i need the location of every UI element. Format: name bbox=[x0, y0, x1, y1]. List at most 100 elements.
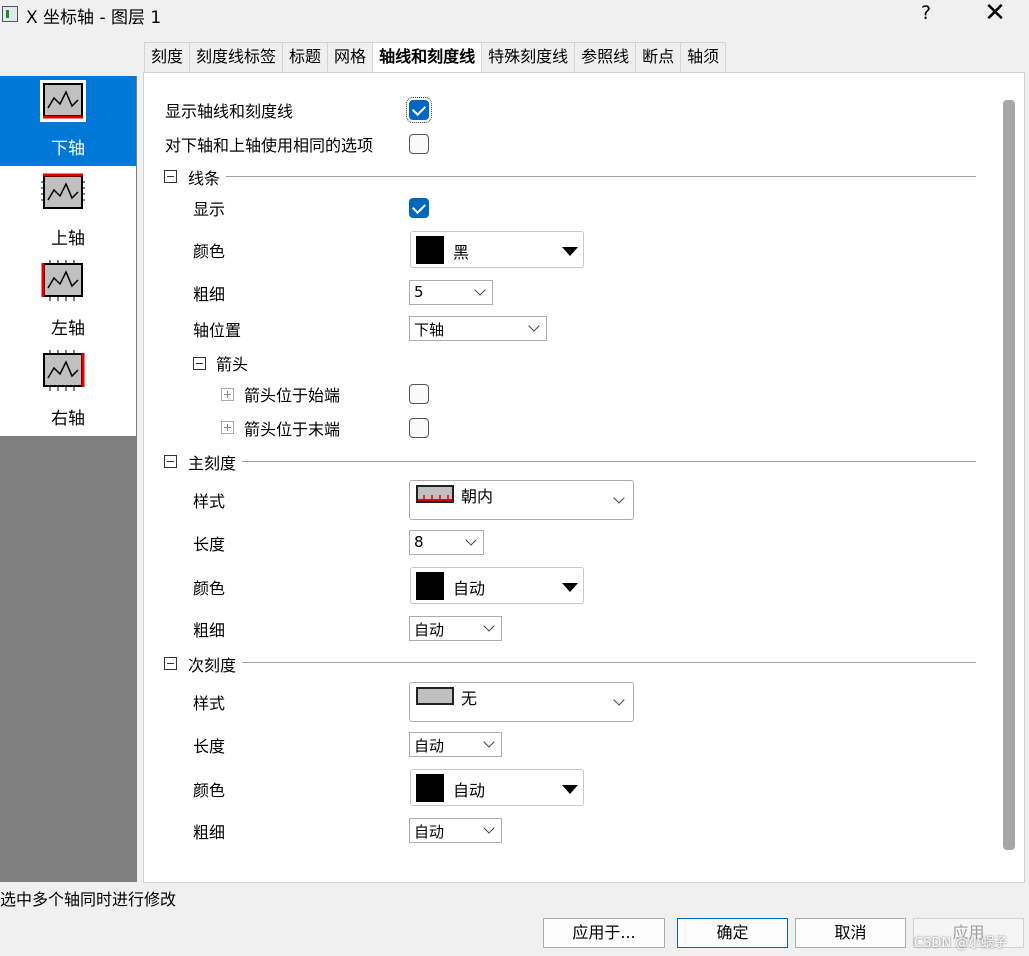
minor-length-value: 自动 bbox=[414, 737, 445, 755]
tab-scale[interactable]: 刻度 bbox=[144, 42, 191, 72]
vertical-scrollbar[interactable] bbox=[1003, 100, 1015, 850]
chevron-down-icon bbox=[465, 534, 477, 546]
title-bar: X 坐标轴 - 图层 1 ? ✕ bbox=[0, 0, 1029, 36]
major-color-picker[interactable]: 自动 bbox=[410, 567, 584, 604]
top-axis-icon bbox=[41, 173, 85, 209]
major-ticks-collapse-toggle[interactable] bbox=[164, 455, 177, 468]
arrow-end-checkbox[interactable] bbox=[409, 418, 429, 438]
axis-item-label: 右轴 bbox=[51, 409, 85, 429]
line-color-value: 黑 bbox=[453, 243, 470, 262]
tick-style-swatch bbox=[416, 485, 454, 503]
help-button[interactable]: ? bbox=[915, 2, 937, 26]
major-color-label: 颜色 bbox=[193, 579, 226, 598]
show-axis-ticks-label: 显示轴线和刻度线 bbox=[165, 102, 294, 121]
axis-position-label: 轴位置 bbox=[193, 321, 242, 340]
tab-rug[interactable]: 轴须 bbox=[681, 42, 727, 72]
arrow-start-label: 箭头位于始端 bbox=[244, 386, 341, 405]
dropdown-arrow-icon bbox=[562, 785, 578, 794]
axis-item-right[interactable]: 右轴 bbox=[0, 346, 136, 436]
minor-color-value: 自动 bbox=[453, 781, 486, 800]
axis-position-value: 下轴 bbox=[414, 321, 445, 339]
color-swatch bbox=[416, 572, 444, 600]
line-color-label: 颜色 bbox=[193, 242, 226, 261]
tab-line-and-ticks[interactable]: 轴线和刻度线 bbox=[373, 42, 483, 72]
line-collapse-toggle[interactable] bbox=[164, 170, 177, 183]
line-show-label: 显示 bbox=[193, 200, 226, 219]
tab-breaks[interactable]: 断点 bbox=[636, 42, 682, 72]
minor-thickness-label: 粗细 bbox=[193, 823, 226, 842]
tab-reference-lines[interactable]: 参照线 bbox=[575, 42, 637, 72]
bottom-axis-icon bbox=[40, 80, 86, 122]
settings-panel bbox=[143, 72, 1025, 883]
status-text: 选中多个轴同时进行修改 bbox=[0, 890, 177, 909]
minor-color-picker[interactable]: 自动 bbox=[410, 769, 584, 806]
ticks-in-icon bbox=[418, 495, 452, 501]
arrow-end-expand-toggle[interactable] bbox=[221, 421, 234, 434]
line-section-header: 线条 bbox=[188, 169, 221, 188]
line-thickness-label: 粗细 bbox=[193, 285, 226, 304]
window-title: X 坐标轴 - 图层 1 bbox=[26, 8, 162, 28]
axis-item-bottom[interactable]: 下轴 bbox=[0, 76, 136, 166]
tick-style-none-icon bbox=[416, 687, 454, 705]
minor-style-label: 样式 bbox=[193, 694, 226, 713]
watermark: CSDN @小蜗子 bbox=[914, 936, 1008, 951]
minor-thickness-select[interactable]: 自动 bbox=[409, 818, 502, 843]
same-options-label: 对下轴和上轴使用相同的选项 bbox=[165, 136, 374, 155]
apply-to-button[interactable]: 应用于... bbox=[543, 918, 665, 948]
arrow-section-header: 箭头 bbox=[216, 355, 249, 374]
show-axis-ticks-checkbox[interactable] bbox=[406, 97, 432, 123]
major-length-value: 8 bbox=[414, 533, 424, 551]
tab-grid[interactable]: 网格 bbox=[328, 42, 374, 72]
axis-list-items: 下轴 上轴 左轴 右轴 bbox=[0, 76, 136, 436]
axis-position-select[interactable]: 下轴 bbox=[409, 316, 547, 341]
major-style-select[interactable]: 朝内 bbox=[409, 480, 634, 520]
ok-button[interactable]: 确定 bbox=[677, 918, 788, 948]
chevron-down-icon bbox=[474, 284, 486, 296]
line-color-picker[interactable]: 黑 bbox=[410, 231, 584, 268]
major-thickness-select[interactable]: 自动 bbox=[409, 616, 502, 641]
major-thickness-value: 自动 bbox=[414, 621, 445, 639]
minor-length-label: 长度 bbox=[193, 737, 226, 756]
chevron-down-icon bbox=[613, 492, 625, 504]
chevron-down-icon bbox=[528, 320, 540, 332]
arrow-start-expand-toggle[interactable] bbox=[221, 388, 234, 401]
axis-item-top[interactable]: 上轴 bbox=[0, 166, 136, 256]
major-thickness-label: 粗细 bbox=[193, 621, 226, 640]
section-divider bbox=[226, 176, 976, 177]
minor-color-label: 颜色 bbox=[193, 781, 226, 800]
minor-thickness-value: 自动 bbox=[414, 823, 445, 841]
chevron-down-icon bbox=[483, 620, 495, 632]
tab-title[interactable]: 标题 bbox=[283, 42, 329, 72]
major-style-value: 朝内 bbox=[461, 487, 494, 506]
right-axis-icon bbox=[43, 350, 85, 391]
line-thickness-select[interactable]: 5 bbox=[409, 280, 493, 305]
section-divider bbox=[242, 461, 976, 462]
arrow-collapse-toggle[interactable] bbox=[193, 357, 206, 370]
minor-style-value: 无 bbox=[461, 689, 478, 708]
cancel-button[interactable]: 取消 bbox=[795, 918, 906, 948]
section-divider bbox=[242, 662, 976, 663]
same-options-checkbox[interactable] bbox=[409, 134, 429, 154]
major-ticks-header: 主刻度 bbox=[188, 454, 237, 473]
tab-tick-labels[interactable]: 刻度线标签 bbox=[190, 42, 284, 72]
tab-bar: 刻度 刻度线标签 标题 网格 轴线和刻度线 特殊刻度线 参照线 断点 轴须 bbox=[144, 42, 727, 72]
left-axis-icon bbox=[41, 260, 83, 301]
major-length-select[interactable]: 8 bbox=[409, 530, 484, 555]
dropdown-arrow-icon bbox=[562, 583, 578, 592]
chevron-down-icon bbox=[613, 694, 625, 706]
axis-item-label: 下轴 bbox=[51, 139, 85, 159]
tab-special-ticks[interactable]: 特殊刻度线 bbox=[482, 42, 576, 72]
close-button[interactable]: ✕ bbox=[980, 0, 1010, 26]
arrow-end-label: 箭头位于末端 bbox=[244, 420, 341, 439]
minor-style-select[interactable]: 无 bbox=[409, 682, 634, 722]
major-color-value: 自动 bbox=[453, 579, 486, 598]
line-show-checkbox[interactable] bbox=[409, 198, 429, 218]
line-thickness-value: 5 bbox=[414, 283, 424, 301]
minor-length-select[interactable]: 自动 bbox=[409, 732, 502, 757]
minor-ticks-collapse-toggle[interactable] bbox=[164, 657, 177, 670]
axis-item-left[interactable]: 左轴 bbox=[0, 256, 136, 346]
arrow-start-checkbox[interactable] bbox=[409, 384, 429, 404]
axis-list: 下轴 上轴 左轴 右轴 bbox=[0, 76, 137, 882]
major-length-label: 长度 bbox=[193, 535, 226, 554]
color-swatch bbox=[416, 236, 444, 264]
